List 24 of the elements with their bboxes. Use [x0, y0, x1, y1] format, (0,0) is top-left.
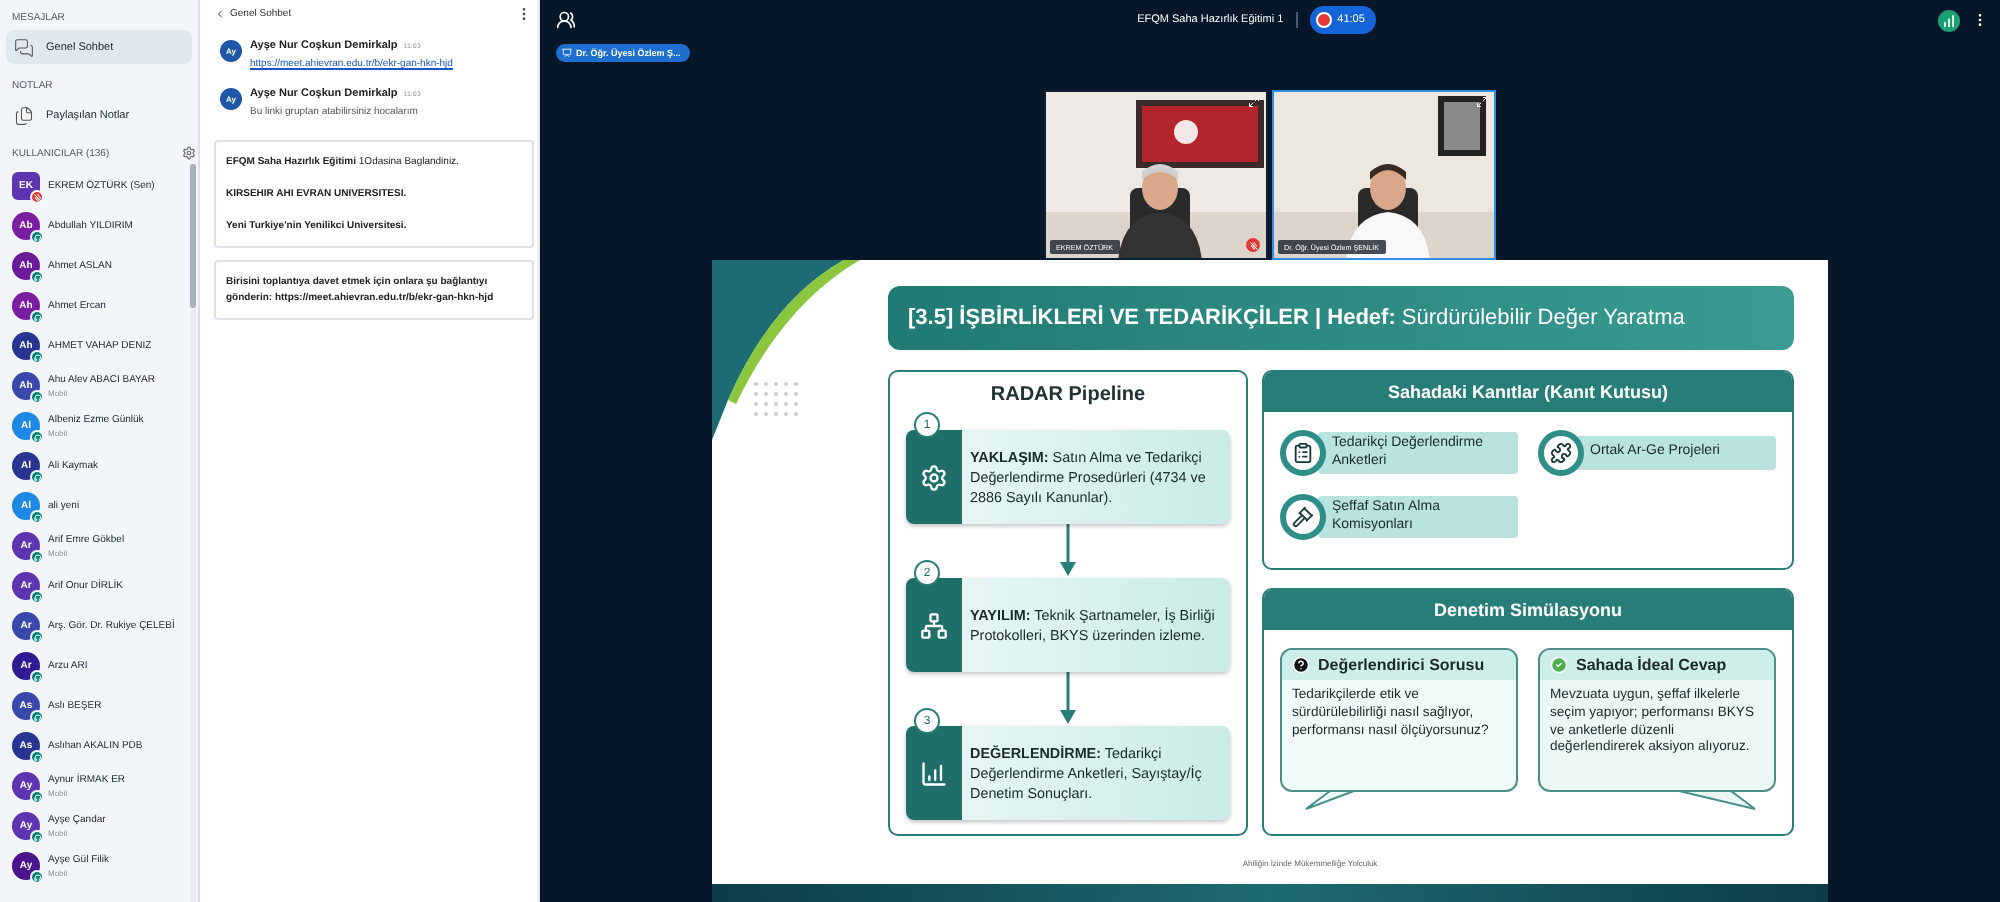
bar-chart-icon: [920, 759, 948, 787]
chat-icon: [14, 37, 34, 57]
network-icon: [920, 611, 948, 639]
slide-title: [3.5] İŞBİRLİKLERİ VE TEDARİKÇİLER | Hedef: Sürdürülebilir Değer Yaratma: [908, 306, 1685, 330]
notes-icon: [14, 105, 34, 125]
back-icon: [214, 8, 226, 20]
card-title: Sahadaki Kanıtlar (Kanıt Kutusu): [1264, 372, 1792, 412]
puzzle-icon: [1538, 430, 1584, 476]
bubble-title: Sahada İdeal Cevap: [1576, 656, 1727, 674]
down-arrow: [1060, 672, 1076, 726]
connection-icon[interactable]: [1938, 9, 1960, 31]
question-icon: [1292, 656, 1310, 674]
bubble-title: Değerlendirici Sorusu: [1318, 656, 1485, 674]
gear-icon: [920, 463, 948, 491]
card-title: Denetim Simülasyonu: [1264, 590, 1792, 630]
gavel-icon: [1280, 494, 1326, 540]
presenter-icon: [562, 47, 572, 57]
scrollbar-thumb[interactable]: [190, 164, 196, 308]
check-icon: [1550, 656, 1568, 674]
down-arrow: [1060, 524, 1076, 578]
users-toggle-icon[interactable]: [556, 10, 576, 30]
clipboard-icon: [1280, 430, 1326, 476]
settings-icon[interactable]: [182, 146, 196, 160]
card-title: RADAR Pipeline: [990, 384, 1146, 406]
